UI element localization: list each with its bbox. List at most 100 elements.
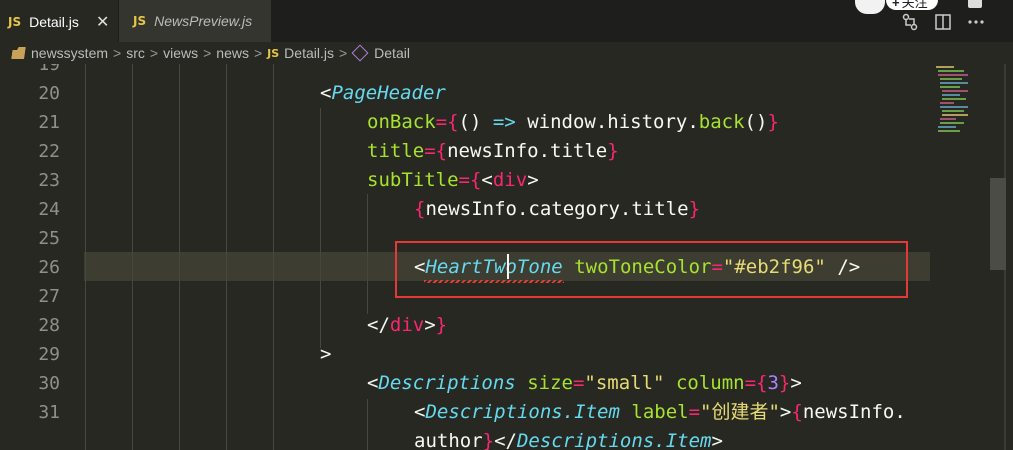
code-token: } — [767, 111, 779, 133]
follow-button[interactable]: + 关注 — [886, 0, 938, 10]
code-line: <Descriptions.Item label="创建者">{newsInfo… — [414, 398, 906, 427]
indent-guide — [132, 64, 133, 450]
code-token: "small" — [584, 372, 665, 394]
code-token: author — [414, 430, 483, 450]
scrollbar-thumb[interactable] — [990, 178, 1006, 270]
avatar-badge — [855, 0, 885, 14]
js-file-icon: JS — [133, 14, 147, 28]
code-token: } — [435, 314, 448, 336]
folder-icon — [11, 47, 26, 59]
code-line: <PageHeader — [320, 79, 446, 108]
code-token: < — [414, 401, 426, 423]
code-token: > — [779, 401, 792, 423]
code-token: > — [320, 343, 332, 365]
breadcrumb-item[interactable]: news — [216, 45, 249, 61]
breadcrumb-symbol[interactable]: Detail — [374, 45, 410, 61]
indent-guide — [367, 194, 368, 314]
indent-guide — [85, 64, 86, 450]
breadcrumb-item[interactable]: views — [163, 45, 198, 61]
code-token: subTitle — [367, 169, 459, 191]
code-token: } — [482, 430, 495, 450]
code-token: < — [367, 372, 379, 394]
line-number: 22 — [38, 141, 60, 162]
breadcrumb-separator: > — [149, 45, 159, 61]
line-number: 31 — [38, 402, 60, 423]
indent-guide — [320, 108, 321, 348]
code-token: "创建者" — [700, 401, 780, 423]
js-file-icon: JS — [8, 14, 22, 29]
line-number: 25 — [38, 228, 60, 249]
code-token: label — [631, 401, 689, 423]
code-token: { — [414, 198, 426, 220]
code-token: PageHeader — [331, 82, 446, 104]
code-token: ={ — [744, 372, 768, 394]
indent-guide — [179, 64, 180, 450]
breadcrumb-separator: > — [203, 45, 212, 61]
line-number: 24 — [38, 199, 60, 220]
split-editor-icon[interactable] — [933, 12, 953, 32]
code-token: </ — [494, 430, 517, 450]
js-file-icon: JS — [267, 46, 280, 60]
line-number: 28 — [38, 315, 60, 336]
comment-icon[interactable] — [968, 0, 982, 8]
code-line: onBack={() => window.history.back()} — [367, 108, 779, 137]
follow-label: 关注 — [901, 0, 928, 10]
code-line: <Descriptions size="small" column={3}> — [367, 369, 802, 398]
line-number: 30 — [38, 373, 60, 394]
code-token: column — [675, 372, 745, 394]
tab-label: NewsPreview.js — [154, 13, 253, 29]
code-token: > — [790, 372, 802, 394]
code-token: { — [791, 401, 803, 423]
code-token: Descriptions — [378, 372, 516, 394]
close-icon[interactable]: ✕ — [96, 12, 109, 31]
code-token: 3 — [767, 372, 779, 394]
code-line: title={newsInfo.title} — [367, 137, 619, 166]
code-token: > — [527, 169, 539, 191]
tab-bar: JS Detail.js ✕ JS NewsPreview.js + 关注 — [0, 0, 1013, 42]
code-token: div — [492, 169, 528, 191]
breadcrumb-separator: > — [113, 45, 122, 61]
code-token: ={ — [458, 169, 482, 191]
indent-guide — [226, 64, 227, 450]
breadcrumb: newssystem > src > views > news > JS Det… — [0, 42, 1013, 64]
code-token: window.history. — [515, 111, 699, 133]
line-number: 20 — [38, 83, 60, 104]
breadcrumb-file[interactable]: Detail.js — [284, 45, 334, 61]
code-token: => — [492, 111, 516, 133]
code-editor[interactable]: 19 20 <PageHeader 21 onBack={() => window.hi… — [0, 64, 1013, 450]
code-token: newsInfo. — [802, 401, 906, 423]
annotation-highlight-box — [395, 241, 908, 298]
tab-label: Detail.js — [29, 13, 79, 30]
breadcrumb-item[interactable]: src — [126, 45, 145, 61]
tab-newspreview-js[interactable]: JS NewsPreview.js — [119, 0, 271, 42]
line-number: 21 — [38, 112, 60, 133]
code-token: back — [698, 111, 745, 133]
minimap[interactable] — [934, 64, 990, 164]
code-token: = — [688, 401, 701, 423]
line-number: 29 — [38, 344, 60, 365]
more-actions-icon[interactable] — [966, 12, 986, 32]
compare-changes-icon[interactable] — [900, 12, 920, 32]
code-token: </ — [367, 314, 390, 336]
code-token: < — [481, 169, 493, 191]
line-number: 26 — [38, 257, 60, 278]
code-token: ={ — [424, 140, 448, 162]
code-token: () — [458, 111, 493, 133]
breadcrumb-separator: > — [253, 45, 263, 61]
code-token: } — [607, 140, 619, 162]
breadcrumb-separator: > — [338, 45, 348, 61]
code-token: Descriptions.Item — [516, 430, 712, 450]
code-line: subTitle={<div> — [367, 166, 539, 195]
tab-detail-js[interactable]: JS Detail.js ✕ — [0, 0, 118, 42]
code-token: } — [688, 198, 701, 220]
plus-icon: + — [892, 0, 900, 10]
line-number: 19 — [38, 64, 60, 75]
code-token: ={ — [435, 111, 459, 133]
indent-guide — [273, 64, 274, 450]
code-line: > — [320, 340, 331, 369]
symbol-icon — [351, 44, 369, 62]
code-line: </div>} — [367, 311, 447, 340]
breadcrumb-item[interactable]: newssystem — [31, 45, 108, 61]
code-token: Descriptions.Item — [425, 401, 620, 423]
